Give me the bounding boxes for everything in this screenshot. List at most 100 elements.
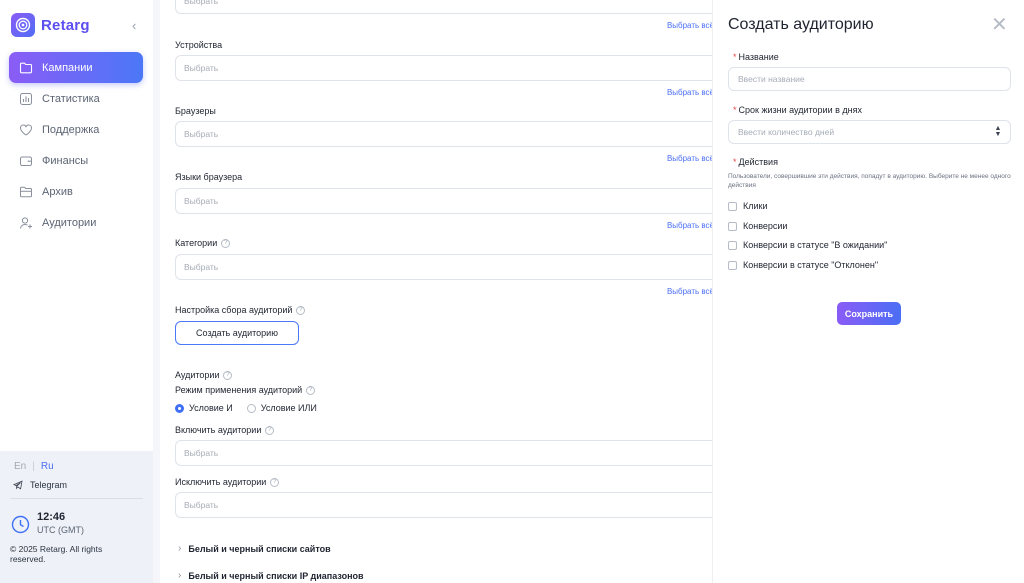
add-user-icon: [20, 216, 32, 229]
exclude-audiences-select[interactable]: Выбрать: [175, 492, 712, 518]
radio-label: Условие И: [189, 403, 233, 413]
sidebar-item-campaigns[interactable]: Кампании: [9, 52, 143, 83]
include-audiences-label: Включить аудитории?: [175, 425, 275, 435]
current-time: 12:46: [37, 511, 66, 523]
sites-list-section[interactable]: › Белый и черный списки сайтов: [178, 543, 331, 554]
save-button[interactable]: Сохранить: [837, 302, 901, 325]
ip-list-section[interactable]: › Белый и черный списки IP диапазонов: [178, 570, 364, 581]
sidebar-item-statistics[interactable]: Статистика: [9, 83, 143, 114]
categories-select[interactable]: Выбрать: [175, 254, 712, 280]
browser-languages-select[interactable]: Выбрать: [175, 188, 712, 214]
option-conversions-rejected[interactable]: Конверсии в статусе "Отклонен": [728, 260, 878, 270]
logo-icon: [11, 13, 35, 37]
sidebar-item-label: Поддержка: [42, 123, 100, 136]
stepper-arrows-icon[interactable]: ▲ ▼: [994, 125, 1002, 138]
close-icon[interactable]: ✕: [991, 15, 1008, 35]
actions-label: * Действия: [733, 157, 778, 167]
chevron-right-icon: ›: [178, 543, 182, 554]
info-icon[interactable]: ?: [270, 477, 280, 487]
option-clicks[interactable]: Клики: [728, 201, 768, 211]
browsers-label: Браузеры: [175, 106, 216, 116]
checkbox[interactable]: [728, 260, 737, 270]
categories-select-all[interactable]: Выбрать всё: [667, 287, 712, 296]
info-icon[interactable]: ?: [221, 238, 231, 248]
archive-icon: [20, 186, 32, 197]
radio-label: Условие ИЛИ: [260, 403, 317, 413]
categories-label: Категории?: [175, 238, 231, 248]
info-icon[interactable]: ?: [306, 385, 316, 395]
checkbox[interactable]: [728, 221, 737, 231]
brand-name: Retarg: [41, 16, 90, 34]
sidebar-item-support[interactable]: Поддержка: [9, 114, 143, 145]
input-placeholder: Ввести количество дней: [738, 127, 835, 137]
sidebar-item-label: Аудитории: [42, 216, 97, 229]
lifetime-days-input[interactable]: Ввести количество дней ▲ ▼: [728, 120, 1011, 144]
browser-languages-select-all[interactable]: Выбрать всё: [667, 221, 712, 230]
wallet-icon: [20, 156, 32, 166]
select-placeholder: Выбрать: [184, 448, 219, 458]
devices-select[interactable]: Выбрать: [175, 55, 712, 81]
name-label: * Название: [733, 52, 779, 62]
sidebar-item-label: Архив: [42, 185, 73, 198]
condition-or-radio[interactable]: Условие ИЛИ: [246, 403, 317, 413]
actions-hint: Пользователи, совершившие эти действия, …: [728, 173, 1011, 189]
lifetime-label: * Срок жизни аудитории в днях: [733, 105, 862, 115]
select-placeholder: Выбрать: [184, 262, 219, 272]
include-audiences-select[interactable]: Выбрать: [175, 440, 712, 466]
lang-divider: |: [32, 461, 35, 472]
devices-select-all[interactable]: Выбрать всё: [667, 88, 712, 97]
timezone: UTC (GMT): [37, 525, 84, 535]
input-placeholder: Ввести название: [738, 74, 805, 84]
option-conversions[interactable]: Конверсии: [728, 221, 787, 231]
option-conversions-pending[interactable]: Конверсии в статусе "В ожидании": [728, 240, 887, 250]
info-icon[interactable]: ?: [296, 305, 306, 315]
footer-divider: [10, 498, 143, 499]
devices-label: Устройства: [175, 40, 223, 50]
sidebar-item-label: Финансы: [42, 154, 89, 167]
clock-widget: 12:46 UTC (GMT): [11, 511, 84, 537]
sidebar-nav: Кампании Статистика Поддержка Финансы Ар…: [9, 52, 143, 238]
lang-en[interactable]: En: [14, 461, 26, 472]
folder-icon: [19, 62, 33, 73]
audience-mode-label: Режим применения аудиторий?: [175, 385, 316, 395]
section-title: Белый и черный списки сайтов: [188, 543, 331, 554]
checkbox[interactable]: [728, 201, 737, 211]
checkbox-label: Конверсии: [743, 221, 788, 231]
select-placeholder: Выбрать: [184, 0, 219, 6]
telegram-label: Telegram: [30, 480, 68, 490]
collapse-sidebar-icon[interactable]: ‹: [132, 18, 136, 33]
sidebar-item-finance[interactable]: Финансы: [9, 145, 143, 176]
audience-name-input[interactable]: Ввести название: [728, 67, 1011, 91]
select-all-link[interactable]: Выбрать всё: [667, 21, 712, 30]
campaign-form: Выбрать Выбрать всё Устройства Выбрать В…: [160, 0, 712, 583]
chart-icon: [20, 92, 32, 105]
browsers-select-all[interactable]: Выбрать всё: [667, 154, 712, 163]
logo[interactable]: Retarg: [11, 13, 90, 37]
sidebar-item-audiences[interactable]: Аудитории: [9, 207, 143, 238]
heart-icon: [19, 124, 33, 136]
checkbox-label: Клики: [743, 201, 768, 211]
telegram-link[interactable]: Telegram: [13, 480, 67, 490]
copyright: © 2025 Retarg. All rights reserved.: [10, 544, 103, 564]
checkbox[interactable]: [728, 240, 737, 250]
sidebar-item-archive[interactable]: Архив: [9, 176, 143, 207]
browser-languages-label: Языки браузера: [175, 172, 243, 182]
select-placeholder: Выбрать: [184, 196, 219, 206]
browsers-select[interactable]: Выбрать: [175, 121, 712, 147]
audiences-label: Аудитории?: [175, 370, 233, 380]
checkbox-label: Конверсии в статусе "Отклонен": [743, 260, 879, 270]
lang-ru[interactable]: Ru: [41, 461, 54, 472]
info-icon[interactable]: ?: [265, 425, 275, 435]
info-icon[interactable]: ?: [223, 370, 233, 380]
panel-title: Создать аудиторию: [728, 16, 874, 33]
checkbox-label: Конверсии в статусе "В ожидании": [743, 240, 888, 250]
sidebar-footer: En | Ru Telegram 12:46 UTC (GMT) © 2025 …: [0, 451, 153, 583]
select-placeholder: Выбрать: [184, 129, 219, 139]
audience-setup-label: Настройка сбора аудиторий?: [175, 305, 306, 315]
condition-and-radio[interactable]: Условие И: [175, 403, 233, 413]
create-audience-button[interactable]: Создать аудиторию: [175, 321, 299, 345]
exclude-audiences-label: Исключить аудитории?: [175, 477, 280, 487]
radio-checked: [175, 403, 184, 413]
chevron-right-icon: ›: [178, 570, 182, 581]
select-field-top[interactable]: Выбрать: [175, 0, 712, 14]
